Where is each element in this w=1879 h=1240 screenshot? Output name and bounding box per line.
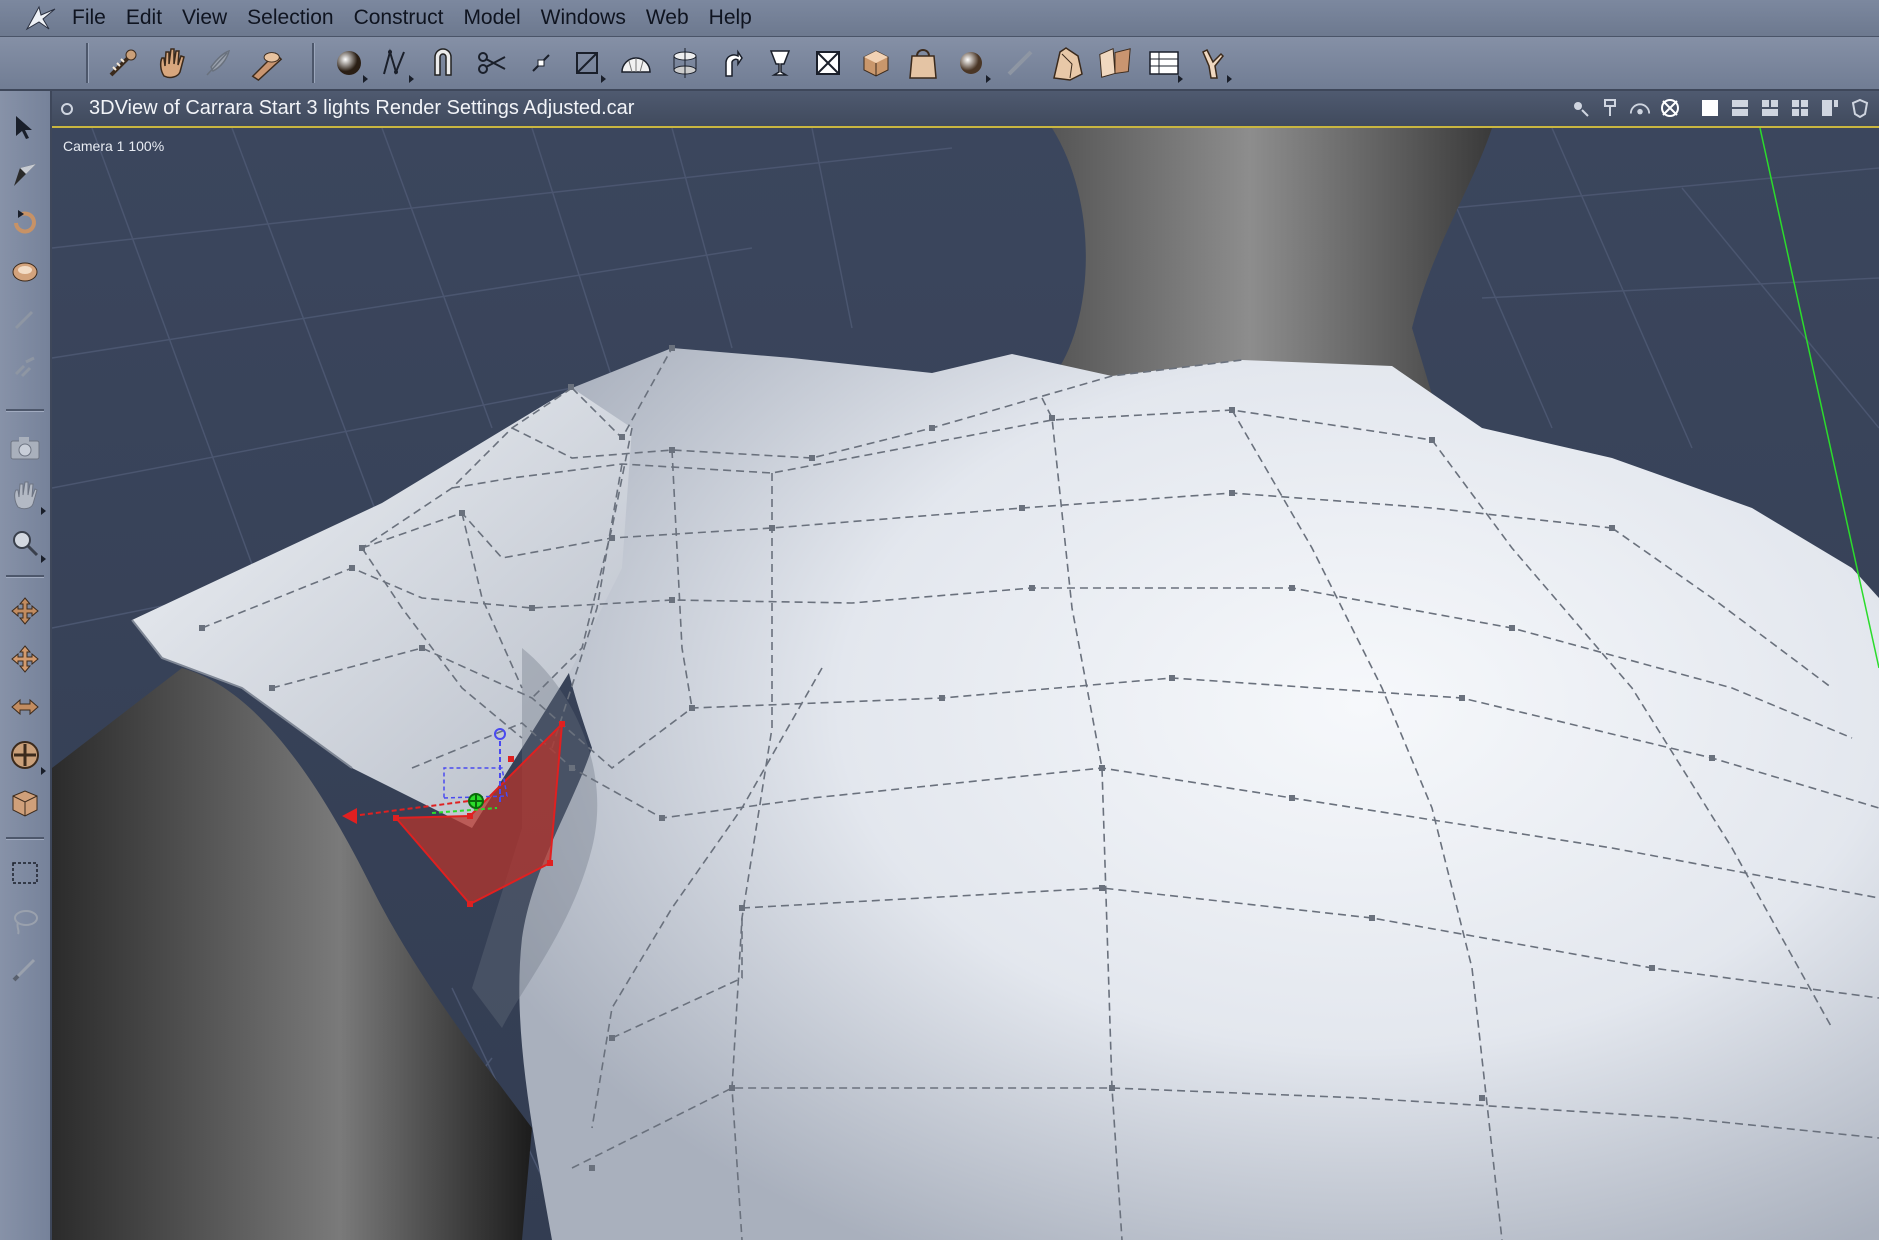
arrow-bend-icon[interactable] <box>713 43 751 83</box>
menu-windows[interactable]: Windows <box>531 0 636 36</box>
bag-icon[interactable] <box>904 43 942 83</box>
wand-icon[interactable] <box>247 43 285 83</box>
tools-separator <box>6 575 44 578</box>
feather-icon[interactable] <box>198 43 236 83</box>
sphere-sub-icon[interactable] <box>953 43 991 83</box>
sunlight-icon[interactable] <box>1629 97 1651 119</box>
toolbar-separator <box>86 43 89 83</box>
3d-viewport[interactable]: Camera 1 100% <box>52 128 1879 1240</box>
render-area-icon[interactable] <box>1659 97 1681 119</box>
material-icon[interactable] <box>4 783 46 823</box>
lathe-icon[interactable] <box>666 43 704 83</box>
viewport-title: 3DView of Carrara Start 3 lights Render … <box>89 97 635 119</box>
lasso-icon[interactable] <box>4 901 46 941</box>
rotate-icon[interactable] <box>4 203 46 243</box>
rect-select-icon[interactable] <box>4 853 46 893</box>
spline-icon[interactable] <box>376 43 414 83</box>
viewport-menu-icon[interactable] <box>61 102 73 115</box>
link-icon[interactable] <box>4 347 46 387</box>
carrara-logo-icon[interactable] <box>18 0 62 36</box>
cup-icon[interactable] <box>761 43 799 83</box>
camera-label: Camera 1 100% <box>63 138 165 154</box>
move-yz-icon[interactable] <box>4 687 46 727</box>
scissors-icon[interactable] <box>473 43 511 83</box>
tools-palette <box>0 91 52 1240</box>
timeline-icon[interactable] <box>1145 43 1183 83</box>
zoom-icon[interactable] <box>4 523 46 563</box>
lights-icon[interactable] <box>1569 97 1591 119</box>
menu-help[interactable]: Help <box>699 0 762 36</box>
menu-view[interactable]: View <box>172 0 237 36</box>
pick-icon[interactable] <box>4 299 46 339</box>
menu-edit[interactable]: Edit <box>116 0 172 36</box>
viewport-titlebar: 3DView of Carrara Start 3 lights Render … <box>52 91 1879 128</box>
layout-four-icon[interactable] <box>1789 97 1811 119</box>
hand-icon[interactable] <box>153 43 191 83</box>
viewport-shield-icon[interactable] <box>1849 97 1871 119</box>
frame-icon[interactable] <box>568 43 606 83</box>
layout-single-icon[interactable] <box>1699 97 1721 119</box>
menu-model[interactable]: Model <box>453 0 530 36</box>
select-arrow-icon[interactable] <box>4 107 46 147</box>
move-arrow-icon[interactable] <box>4 155 46 195</box>
menu-web[interactable]: Web <box>636 0 699 36</box>
camera-icon[interactable] <box>4 427 46 467</box>
shapes-icon[interactable] <box>1096 43 1134 83</box>
brush-select-icon[interactable] <box>4 949 46 989</box>
pen-icon[interactable] <box>1001 43 1039 83</box>
layout-custom-icon[interactable] <box>1819 97 1841 119</box>
magnet-icon[interactable] <box>424 43 462 83</box>
viewport-controls <box>1569 97 1871 119</box>
pan-hand-icon[interactable] <box>4 475 46 515</box>
twist-icon[interactable] <box>4 251 46 291</box>
menu-file[interactable]: File <box>62 0 116 36</box>
sharpen-icon[interactable] <box>522 43 560 83</box>
figure-icon[interactable] <box>1048 43 1086 83</box>
move-xy-icon[interactable] <box>4 591 46 631</box>
scene-canvas[interactable] <box>52 128 1879 1240</box>
cube-icon[interactable] <box>857 43 895 83</box>
brush-icon[interactable] <box>104 43 142 83</box>
pose-icon[interactable] <box>1194 43 1232 83</box>
crossbox-icon[interactable] <box>809 43 847 83</box>
menu-selection[interactable]: Selection <box>237 0 343 36</box>
dome-icon[interactable] <box>617 43 655 83</box>
tools-separator <box>6 837 44 840</box>
toolbar <box>0 37 1879 91</box>
trackball-icon[interactable] <box>4 735 46 775</box>
layout-two-icon[interactable] <box>1729 97 1751 119</box>
toolbar-separator <box>312 43 315 83</box>
shirt-body[interactable] <box>519 348 1879 1240</box>
align-icon[interactable] <box>1599 97 1621 119</box>
sphere-icon[interactable] <box>330 43 368 83</box>
tools-separator <box>6 409 44 412</box>
move-xz-icon[interactable] <box>4 639 46 679</box>
menu-construct[interactable]: Construct <box>344 0 454 36</box>
menu-bar: File Edit View Selection Construct Model… <box>0 0 1879 37</box>
layout-three-icon[interactable] <box>1759 97 1781 119</box>
